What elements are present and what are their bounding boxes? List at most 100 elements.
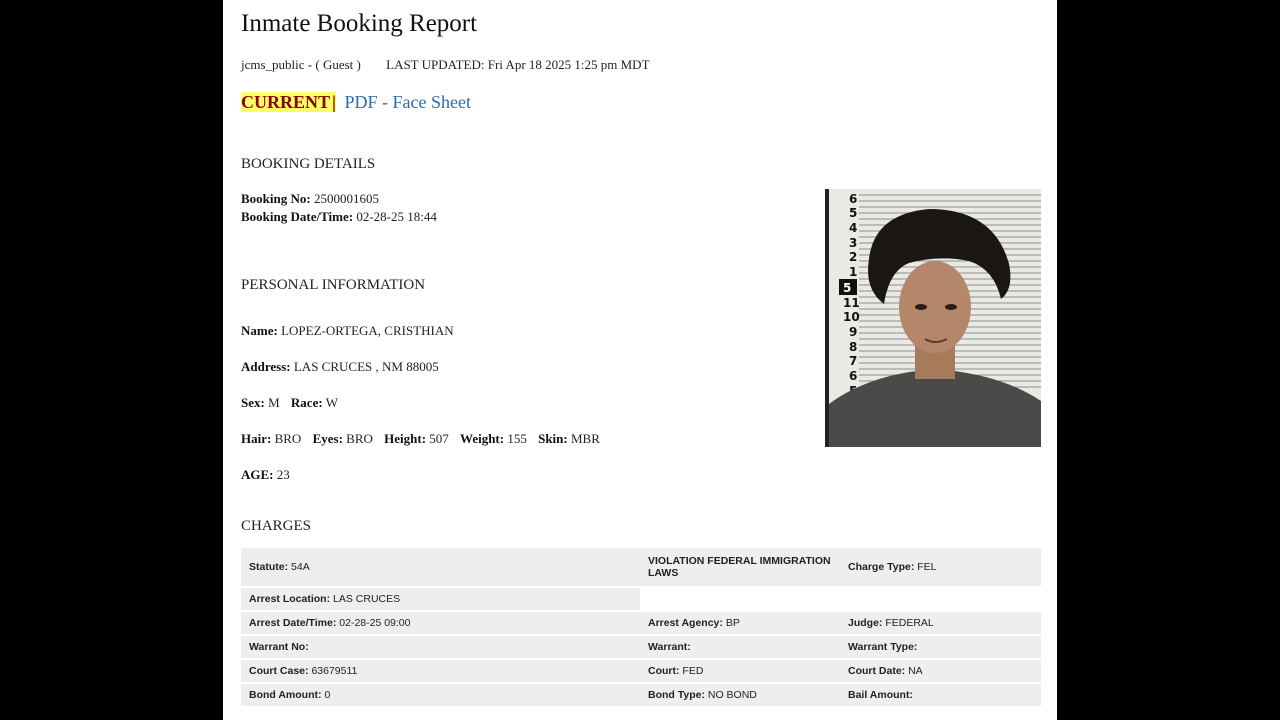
bond-type-cell: Bond Type: NO BOND (640, 684, 840, 706)
scale-number: 9 (849, 325, 857, 339)
table-row: Bond Amount: 0 Bond Type: NO BOND Bail A… (241, 684, 1041, 706)
arrest-location-cell: Arrest Location: LAS CRUCES (241, 588, 640, 610)
arrest-location-value: LAS CRUCES (333, 593, 401, 605)
court-date-label: Court Date: (848, 665, 906, 677)
bond-type-value: NO BOND (707, 689, 757, 701)
sex-label: Sex: (241, 395, 265, 410)
sex-value: M (268, 395, 280, 410)
current-link[interactable]: CURRENT (241, 92, 333, 112)
booking-no-value: 2500001605 (313, 191, 379, 206)
report-meta: jcms_public - ( Guest ) LAST UPDATED: Fr… (241, 57, 650, 73)
scale-number: 1 (849, 265, 857, 279)
warrant-cell: Warrant: (640, 636, 840, 658)
booking-no-row: Booking No: 2500001605 (241, 191, 379, 207)
bond-amount-value: 0 (324, 689, 331, 701)
table-row: Arrest Date/Time: 02-28-25 09:00 Arrest … (241, 612, 1041, 634)
address-value: LAS CRUCES , NM 88005 (293, 359, 439, 374)
height-value: 507 (429, 431, 449, 446)
booking-details-heading: BOOKING DETAILS (241, 156, 376, 172)
court-date-value: NA (908, 665, 923, 677)
table-row: Warrant No: Warrant: Warrant Type: (241, 636, 1041, 658)
booking-datetime-row: Booking Date/Time: 02-28-25 18:44 (241, 209, 437, 225)
charges-table: Statute: 54A VIOLATION FEDERAL IMMIGRATI… (241, 546, 1041, 708)
scale-number: 8 (849, 340, 857, 354)
table-row: Statute: 54A VIOLATION FEDERAL IMMIGRATI… (241, 548, 1041, 586)
charge-description-cell: VIOLATION FEDERAL IMMIGRATION LAWS (640, 548, 840, 586)
arrest-agency-cell: Arrest Agency: BP (640, 612, 840, 634)
weight-value: 155 (507, 431, 527, 446)
scale-number: 3 (849, 236, 857, 250)
page-title: Inmate Booking Report (241, 10, 478, 37)
skin-label: Skin: (538, 431, 568, 446)
statute-cell: Statute: 54A (241, 548, 640, 586)
court-date-cell: Court Date: NA (840, 660, 1041, 682)
age-value: 23 (276, 467, 290, 482)
last-updated: LAST UPDATED: Fri Apr 18 2025 1:25 pm MD… (386, 57, 650, 72)
court-case-value: 63679511 (311, 665, 358, 677)
judge-value: FEDERAL (885, 617, 934, 629)
booking-no-label: Booking No: (241, 191, 311, 206)
scale-number: 6 (849, 192, 857, 206)
height-label: Height: (384, 431, 427, 446)
arrest-datetime-cell: Arrest Date/Time: 02-28-25 09:00 (241, 612, 640, 634)
booking-photo: 6 5 4 3 2 1 5 11 10 9 8 7 6 5 (825, 189, 1041, 447)
name-label: Name: (241, 323, 278, 338)
scale-number: 5 (849, 206, 857, 220)
judge-cell: Judge: FEDERAL (840, 612, 1041, 634)
court-label: Court: (648, 665, 680, 677)
pdf-face-sheet-link[interactable]: PDF - Face Sheet (344, 92, 470, 112)
arrest-agency-label: Arrest Agency: (648, 617, 723, 629)
weight-label: Weight: (460, 431, 505, 446)
hair-value: BRO (274, 431, 302, 446)
bond-amount-label: Bond Amount: (249, 689, 322, 701)
judge-label: Judge: (848, 617, 883, 629)
scale-number: 4 (849, 221, 857, 235)
report-links: CURRENT | PDF - Face Sheet (241, 92, 471, 113)
eyes-label: Eyes: (312, 431, 343, 446)
scale-number: 10 (843, 310, 860, 324)
statute-value: 54A (291, 561, 310, 573)
race-label: Race: (290, 395, 323, 410)
charge-type-cell: Charge Type: FEL (840, 548, 1041, 586)
scale-number: 6 (849, 369, 857, 383)
link-separator: | (332, 92, 336, 112)
court-case-label: Court Case: (249, 665, 309, 677)
report-page: Inmate Booking Report jcms_public - ( Gu… (223, 0, 1057, 720)
empty-cell (640, 588, 840, 610)
court-case-cell: Court Case: 63679511 (241, 660, 640, 682)
arrest-agency-value: BP (725, 617, 740, 629)
charge-type-label: Charge Type: (848, 561, 915, 573)
charge-type-value: FEL (917, 561, 937, 573)
bail-amount-label: Bail Amount: (848, 689, 913, 701)
warrant-label: Warrant: (648, 641, 691, 653)
bond-type-label: Bond Type: (648, 689, 705, 701)
age-row: AGE: 23 (241, 467, 290, 483)
arrest-datetime-value: 02-28-25 09:00 (339, 617, 411, 629)
address-label: Address: (241, 359, 291, 374)
physical-row: Hair: BRO Eyes: BRO Height: 507 Weight: … (241, 431, 600, 447)
empty-cell (840, 588, 1041, 610)
charge-description: VIOLATION FEDERAL IMMIGRATION LAWS (648, 555, 831, 579)
scale-number: 2 (849, 250, 857, 264)
court-cell: Court: FED (640, 660, 840, 682)
booking-datetime-label: Booking Date/Time: (241, 209, 354, 224)
eyes-value: BRO (346, 431, 373, 446)
skin-value: MBR (570, 431, 600, 446)
bond-amount-cell: Bond Amount: 0 (241, 684, 640, 706)
table-row: Arrest Location: LAS CRUCES (241, 588, 1041, 610)
name-row: Name: LOPEZ-ORTEGA, CRISTHIAN (241, 323, 454, 339)
hair-label: Hair: (241, 431, 272, 446)
personal-info-heading: PERSONAL INFORMATION (241, 277, 426, 293)
warrant-type-label: Warrant Type: (848, 641, 918, 653)
court-value: FED (682, 665, 704, 677)
photo-illustration: 6 5 4 3 2 1 5 11 10 9 8 7 6 5 (829, 192, 1041, 447)
charges-heading: CHARGES (241, 518, 312, 534)
sex-race-row: Sex: M Race: W (241, 395, 338, 411)
arrest-datetime-label: Arrest Date/Time: (249, 617, 337, 629)
age-label: AGE: (241, 467, 274, 482)
scale-number: 7 (849, 354, 857, 368)
address-row: Address: LAS CRUCES , NM 88005 (241, 359, 439, 375)
name-value: LOPEZ-ORTEGA, CRISTHIAN (281, 323, 454, 338)
warrant-type-cell: Warrant Type: (840, 636, 1041, 658)
booking-datetime-value: 02-28-25 18:44 (356, 209, 437, 224)
